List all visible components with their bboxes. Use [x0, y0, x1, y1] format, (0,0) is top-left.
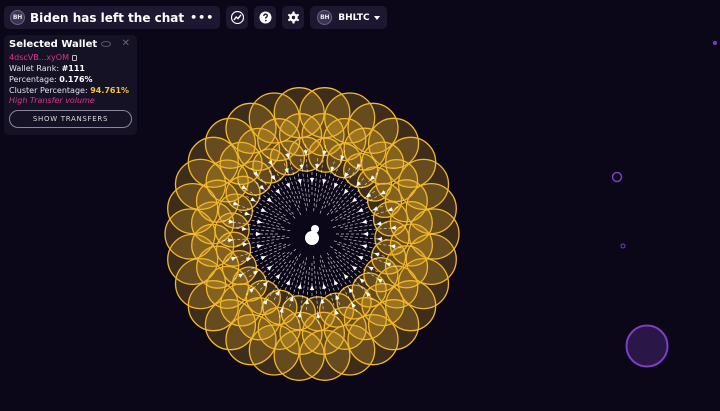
transfer-warning: High Transfer volume — [9, 96, 95, 105]
page-title: Biden has left the chat — [30, 10, 185, 25]
wallet-address[interactable]: 4dscVB...xyOM — [9, 53, 69, 62]
selected-wallet-panel: Selected Wallet ✕ 4dscVB...xyOM Wallet R… — [4, 35, 137, 135]
transfer-arrow — [351, 265, 358, 271]
transfer-arrow — [309, 285, 315, 290]
token-title-pill[interactable]: BH Biden has left the chat ••• — [4, 6, 221, 29]
caret-down-icon — [373, 15, 380, 20]
close-icon[interactable]: ✕ — [122, 38, 130, 49]
wallet-bubble[interactable] — [611, 171, 623, 183]
copy-icon[interactable] — [72, 54, 77, 61]
top-bar: BH Biden has left the chat ••• BH BHLTC — [4, 6, 387, 29]
center-node[interactable] — [305, 231, 319, 245]
transfer-arrow — [266, 197, 273, 203]
more-icon[interactable]: ••• — [190, 11, 214, 24]
transfer-arrow — [361, 219, 368, 224]
transfer-arrow — [266, 265, 273, 271]
transfer-arrow — [361, 244, 368, 249]
help-icon — [259, 11, 272, 24]
transfer-arrow — [351, 197, 358, 203]
eye-off-icon[interactable] — [101, 41, 111, 47]
token-symbol: BHLTC — [338, 12, 370, 23]
wallet-bubble[interactable] — [620, 243, 626, 249]
transfer-arrow — [322, 178, 327, 185]
show-transfers-button[interactable]: SHOW TRANSFERS — [9, 110, 132, 128]
transfer-arrow — [297, 283, 302, 290]
transfer-arrow — [363, 231, 368, 237]
wallet-rank-value: #111 — [61, 64, 85, 73]
transfer-arrow — [275, 273, 281, 280]
wallet-bubble[interactable] — [625, 324, 669, 368]
token-avatar: BH — [10, 10, 25, 25]
settings-button[interactable] — [282, 6, 305, 29]
help-button[interactable] — [254, 6, 277, 29]
cluster-row: Cluster Percentage: 94.761% — [9, 86, 132, 95]
cluster-value: 94.761% — [90, 86, 130, 95]
transfer-arrow — [256, 244, 263, 249]
transfer-arrow — [322, 283, 327, 290]
panel-title: Selected Wallet — [9, 39, 98, 50]
token-selector-avatar: BH — [317, 10, 333, 25]
wallet-bubble[interactable] — [713, 41, 717, 45]
transfer-arrow — [256, 219, 263, 224]
gear-icon — [287, 11, 299, 24]
wallet-bubble[interactable] — [372, 201, 409, 237]
token-selector[interactable]: BH BHLTC — [310, 6, 387, 29]
percentage-value: 0.176% — [59, 75, 93, 84]
wallet-address-row[interactable]: 4dscVB...xyOM — [9, 53, 132, 62]
transfer-arrow — [343, 188, 349, 195]
chart-icon — [230, 11, 244, 24]
transfer-arrow — [343, 273, 349, 280]
wallet-rank-row: Wallet Rank: #111 — [9, 64, 132, 73]
transfer-arrow — [256, 231, 261, 237]
wallet-cluster[interactable] — [164, 87, 460, 381]
percentage-row: Percentage: 0.176% — [9, 75, 132, 84]
chart-button[interactable] — [226, 6, 249, 29]
transfer-arrow — [297, 178, 302, 185]
cluster-label: Cluster Percentage: — [9, 86, 88, 95]
center-node-head — [311, 225, 319, 233]
percentage-label: Percentage: — [9, 75, 57, 84]
transfer-arrow — [275, 188, 281, 195]
wallet-rank-label: Wallet Rank: — [9, 64, 60, 73]
transfer-arrow — [309, 178, 315, 183]
